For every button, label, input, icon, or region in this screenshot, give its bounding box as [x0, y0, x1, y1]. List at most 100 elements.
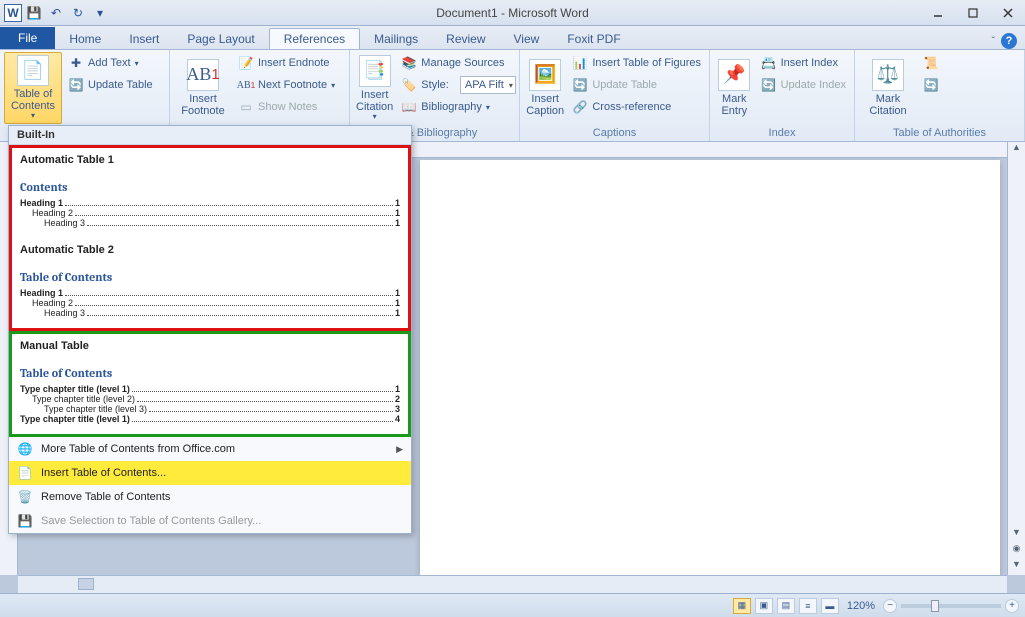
menu-remove-toc[interactable]: 🗑️ Remove Table of Contents: [9, 485, 411, 509]
preset-title: Automatic Table 1: [20, 154, 400, 166]
document-page[interactable]: [420, 160, 1000, 575]
submenu-arrow-icon: ▶: [396, 444, 403, 455]
show-notes-icon: ▭: [238, 99, 254, 115]
hscroll-thumb[interactable]: [78, 578, 94, 590]
tab-review[interactable]: Review: [432, 29, 499, 49]
view-web-layout-button[interactable]: ▤: [777, 598, 795, 614]
tab-foxit-pdf[interactable]: Foxit PDF: [553, 29, 634, 49]
tab-insert[interactable]: Insert: [115, 29, 173, 49]
show-notes-button: ▭Show Notes: [234, 96, 339, 118]
prev-page-icon[interactable]: ◉: [1008, 543, 1025, 559]
manual-preset-box: Manual Table Table of Contents Type chap…: [9, 331, 411, 437]
app-icon[interactable]: W: [4, 4, 22, 22]
zoom-in-button[interactable]: +: [1005, 599, 1019, 613]
help-icon[interactable]: ?: [1001, 33, 1017, 49]
toc-preview-line: Type chapter title (level 3)3: [20, 404, 400, 414]
next-footnote-button[interactable]: AB1Next Footnote ▾: [234, 74, 339, 96]
horizontal-scrollbar[interactable]: [18, 575, 1007, 593]
bibliography-button[interactable]: 📖Bibliography ▾: [397, 96, 520, 118]
insert-citation-button[interactable]: 📑 Insert Citation ▾: [354, 52, 395, 124]
view-outline-button[interactable]: ≡: [799, 598, 817, 614]
toc-preview-line: Heading 21: [20, 208, 400, 218]
cross-ref-icon: 🔗: [572, 99, 588, 115]
insert-endnote-button[interactable]: 📝Insert Endnote: [234, 52, 339, 74]
minimize-button[interactable]: [920, 2, 955, 24]
insert-index-button[interactable]: 📇Insert Index: [757, 52, 850, 74]
view-print-layout-button[interactable]: ▦: [733, 598, 751, 614]
group-captions: 🖼️ Insert Caption 📊Insert Table of Figur…: [520, 50, 710, 141]
mark-entry-button[interactable]: 📌 Mark Entry: [714, 52, 755, 124]
undo-icon[interactable]: ↶: [46, 3, 66, 23]
group-label-index: Index: [710, 126, 854, 141]
qat-customize-icon[interactable]: ▾: [90, 3, 110, 23]
scroll-up-icon[interactable]: ▲: [1008, 142, 1025, 158]
next-footnote-icon: AB1: [238, 77, 254, 93]
group-index: 📌 Mark Entry 📇Insert Index 🔄Update Index…: [710, 50, 855, 141]
insert-footnote-button[interactable]: AB1 Insert Footnote: [174, 52, 232, 124]
style-icon: 🏷️: [401, 77, 417, 93]
update-toa-icon: 🔄: [919, 74, 943, 96]
scroll-down-icon[interactable]: ▼: [1008, 527, 1025, 543]
redo-icon[interactable]: ↻: [68, 3, 88, 23]
menu-insert-toc[interactable]: 📄 Insert Table of Contents...: [9, 461, 411, 485]
zoom-out-button[interactable]: −: [883, 599, 897, 613]
update-icon: 🔄: [572, 77, 588, 93]
tab-view[interactable]: View: [500, 29, 554, 49]
tab-mailings[interactable]: Mailings: [360, 29, 432, 49]
citation-icon: 📑: [359, 55, 391, 87]
save-icon[interactable]: 💾: [24, 3, 44, 23]
style-combo[interactable]: APA Fift▾: [460, 76, 516, 94]
minimize-ribbon-icon[interactable]: ˇ: [992, 36, 995, 47]
mark-citation-button[interactable]: ⚖️ Mark Citation: [859, 52, 917, 124]
view-full-screen-button[interactable]: ▣: [755, 598, 773, 614]
caption-icon: 🖼️: [529, 59, 561, 91]
toc-gallery-dropdown: Built-In Automatic Table 1 Contents Head…: [8, 125, 412, 534]
tab-page-layout[interactable]: Page Layout: [173, 29, 268, 49]
mark-entry-icon: 📌: [718, 59, 750, 91]
vscroll-track[interactable]: [1008, 158, 1025, 527]
manage-sources-button[interactable]: 📚Manage Sources: [397, 52, 520, 74]
add-text-button[interactable]: ✚Add Text ▾: [64, 52, 157, 74]
insert-table-of-figures-button[interactable]: 📊Insert Table of Figures: [568, 52, 705, 74]
insert-index-icon: 📇: [761, 55, 777, 71]
tab-file[interactable]: File: [0, 27, 55, 49]
endnote-icon: 📝: [238, 55, 254, 71]
preset-automatic-table-1[interactable]: Automatic Table 1 Contents Heading 11Hea…: [12, 148, 408, 238]
zoom-slider-knob[interactable]: [931, 600, 939, 612]
update-table-button[interactable]: 🔄Update Table: [64, 74, 157, 96]
window-titlebar: W 💾 ↶ ↻ ▾ Document1 - Microsoft Word: [0, 0, 1025, 26]
group-table-of-authorities: ⚖️ Mark Citation 📜 🔄 Table of Authoritie…: [855, 50, 1025, 141]
tab-home[interactable]: Home: [55, 29, 115, 49]
automatic-presets-box: Automatic Table 1 Contents Heading 11Hea…: [9, 145, 411, 331]
citation-style-row: 🏷️Style: APA Fift▾: [397, 74, 520, 96]
preset-automatic-table-2[interactable]: Automatic Table 2 Table of Contents Head…: [12, 238, 408, 328]
vertical-scrollbar[interactable]: ▲ ▼ ◉ ▼: [1007, 142, 1025, 575]
zoom-level[interactable]: 120%: [847, 600, 875, 612]
table-of-contents-button[interactable]: 📄 Table of Contents ▾: [4, 52, 62, 124]
cross-reference-button[interactable]: 🔗Cross-reference: [568, 96, 705, 118]
menu-more-from-office[interactable]: 🌐 More Table of Contents from Office.com…: [9, 437, 411, 461]
window-controls: [920, 2, 1025, 24]
insert-caption-button[interactable]: 🖼️ Insert Caption: [524, 52, 566, 124]
status-bar: ▦ ▣ ▤ ≡ ▬ 120% − +: [0, 593, 1025, 617]
add-text-icon: ✚: [68, 55, 84, 71]
bibliography-icon: 📖: [401, 99, 417, 115]
close-button[interactable]: [990, 2, 1025, 24]
preset-manual-table[interactable]: Manual Table Table of Contents Type chap…: [12, 334, 408, 434]
view-draft-button[interactable]: ▬: [821, 598, 839, 614]
tab-references[interactable]: References: [269, 28, 360, 49]
zoom-slider[interactable]: [901, 604, 1001, 608]
toc-preview-line: Heading 11: [20, 288, 400, 298]
menu-save-selection: 💾 Save Selection to Table of Contents Ga…: [9, 509, 411, 533]
gallery-section-builtin: Built-In: [9, 126, 411, 145]
maximize-button[interactable]: [955, 2, 990, 24]
toc-preview-line: Heading 11: [20, 198, 400, 208]
save-gallery-icon: 💾: [17, 513, 33, 529]
update-toa-icon-inner: 🔄: [923, 77, 939, 93]
contents-heading: Table of Contents: [20, 366, 400, 380]
footnote-icon: AB1: [187, 59, 219, 91]
toc-preview-line: Heading 31: [20, 308, 400, 318]
next-page-icon[interactable]: ▼: [1008, 559, 1025, 575]
manage-sources-icon: 📚: [401, 55, 417, 71]
insert-toa-icon[interactable]: 📜: [919, 52, 943, 74]
